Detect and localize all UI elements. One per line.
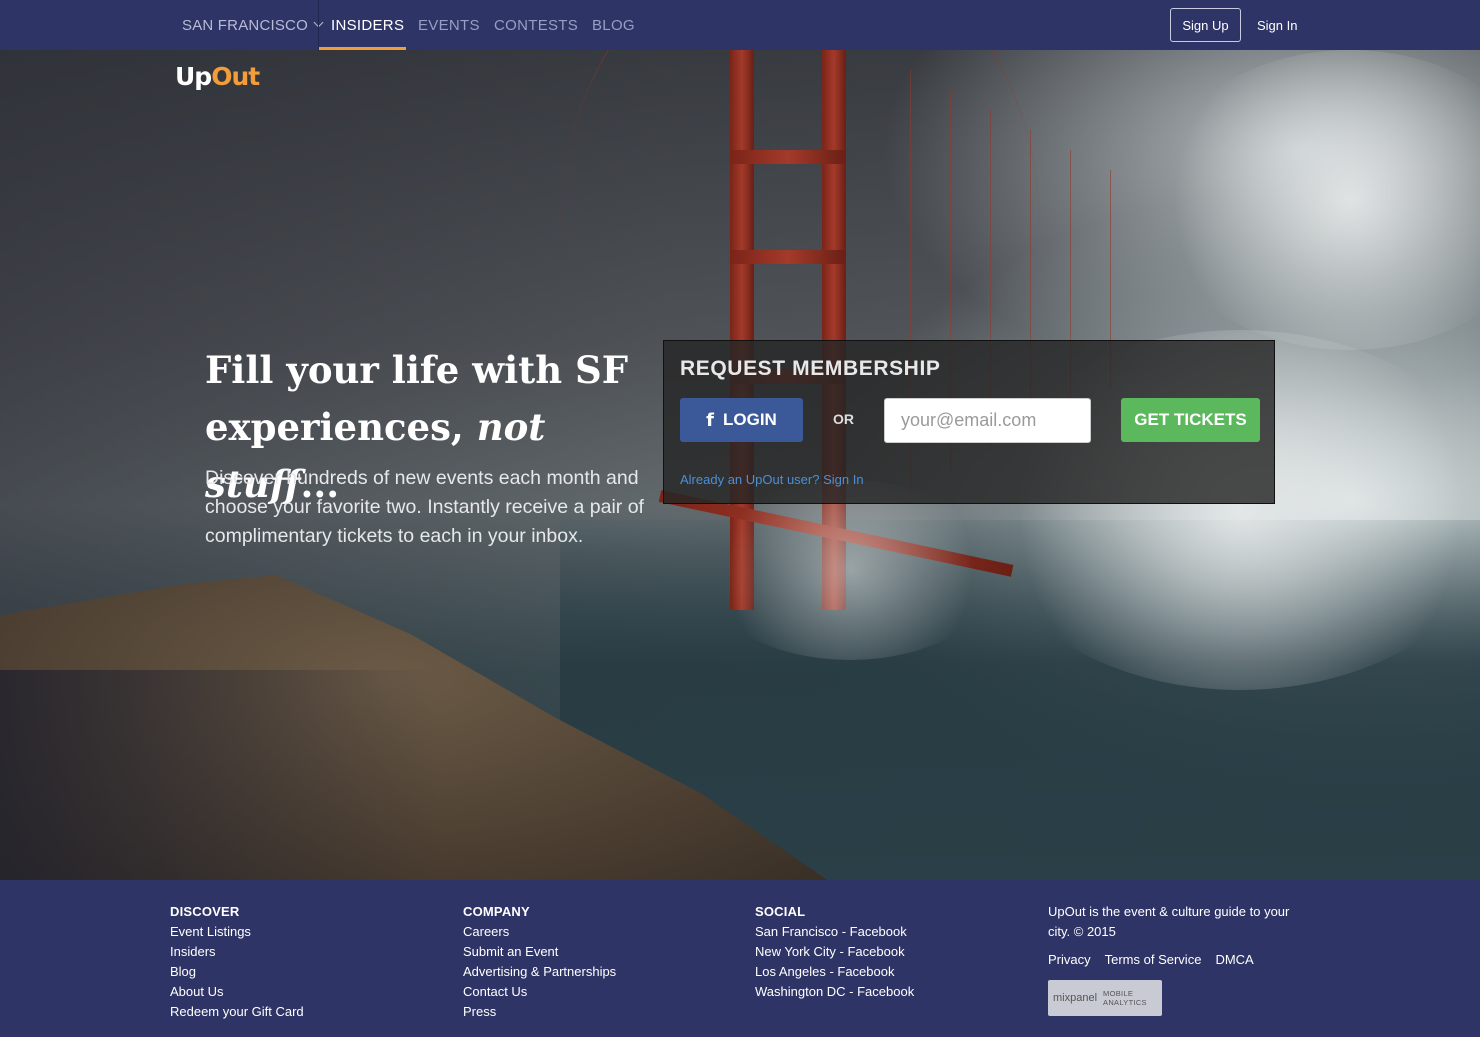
nav-link-contests[interactable]: CONTESTS <box>494 0 578 50</box>
footer-heading-social: SOCIAL <box>755 904 806 919</box>
sign-in-link[interactable]: Sign In <box>1257 8 1297 42</box>
mixpanel-badge[interactable]: mixpanel MOBILE ANALYTICS <box>1048 980 1162 1016</box>
footer-heading-company: COMPANY <box>463 904 530 919</box>
footer-link-terms[interactable]: Terms of Service <box>1105 952 1202 968</box>
footer-link-contact-us[interactable]: Contact Us <box>463 982 616 1002</box>
hero-section: UpOut Fill your life with SF experiences… <box>0 50 1480 880</box>
hero-bg-cliff-shade <box>0 670 440 880</box>
nav-link-events[interactable]: EVENTS <box>418 0 480 50</box>
sign-up-button[interactable]: Sign Up <box>1170 8 1241 42</box>
nav-link-blog[interactable]: BLOG <box>592 0 635 50</box>
footer-link-nyc-facebook[interactable]: New York City - Facebook <box>755 942 914 962</box>
upout-logo[interactable]: UpOut <box>175 62 260 91</box>
facebook-login-button[interactable]: f LOGIN <box>680 398 803 442</box>
facebook-icon: f <box>706 409 714 431</box>
membership-panel: REQUEST MEMBERSHIP f LOGIN OR GET TICKET… <box>663 340 1275 504</box>
headline-line-2: experiences, <box>205 405 464 449</box>
footer-link-advertising[interactable]: Advertising & Partnerships <box>463 962 616 982</box>
email-input[interactable] <box>884 398 1091 443</box>
mixpanel-brand: mixpanel <box>1053 992 1098 1004</box>
mixpanel-caption-line-1: MOBILE <box>1103 989 1134 998</box>
nav-divider <box>318 0 319 50</box>
footer-link-careers[interactable]: Careers <box>463 922 616 942</box>
mixpanel-caption: MOBILE ANALYTICS <box>1103 989 1147 1007</box>
mixpanel-caption-line-2: ANALYTICS <box>1103 998 1147 1007</box>
facebook-login-label: LOGIN <box>723 410 777 429</box>
footer-link-sf-facebook[interactable]: San Francisco - Facebook <box>755 922 914 942</box>
hero-bg-tower-beam <box>730 150 846 164</box>
membership-title: REQUEST MEMBERSHIP <box>680 357 941 380</box>
footer-link-la-facebook[interactable]: Los Angeles - Facebook <box>755 962 914 982</box>
footer-legal-links: Privacy Terms of Service DMCA <box>1048 952 1254 968</box>
top-navigation: SAN FRANCISCO INSIDERS EVENTS CONTESTS B… <box>0 0 1480 50</box>
get-tickets-button[interactable]: GET TICKETS <box>1121 398 1260 442</box>
footer-company-column: COMPANY Careers Submit an Event Advertis… <box>463 902 616 1022</box>
logo-part-out: Out <box>211 62 260 91</box>
footer-link-about-us[interactable]: About Us <box>170 982 304 1002</box>
footer-discover-column: DISCOVER Event Listings Insiders Blog Ab… <box>170 902 304 1022</box>
footer: DISCOVER Event Listings Insiders Blog Ab… <box>0 880 1480 1037</box>
already-user-sign-in-link[interactable]: Already an UpOut user? Sign In <box>680 472 864 487</box>
footer-about-text: UpOut is the event & culture guide to yo… <box>1048 904 1290 939</box>
footer-heading-discover: DISCOVER <box>170 904 240 919</box>
city-selector[interactable]: SAN FRANCISCO <box>182 0 324 50</box>
footer-link-blog[interactable]: Blog <box>170 962 304 982</box>
active-tab-indicator <box>319 47 406 50</box>
logo-part-up: Up <box>175 62 212 91</box>
city-label: SAN FRANCISCO <box>182 16 308 34</box>
footer-link-submit-event[interactable]: Submit an Event <box>463 942 616 962</box>
footer-social-column: SOCIAL San Francisco - Facebook New York… <box>755 902 914 1002</box>
footer-link-dc-facebook[interactable]: Washington DC - Facebook <box>755 982 914 1002</box>
footer-link-privacy[interactable]: Privacy <box>1048 952 1091 968</box>
footer-link-event-listings[interactable]: Event Listings <box>170 922 304 942</box>
footer-link-insiders[interactable]: Insiders <box>170 942 304 962</box>
nav-link-insiders[interactable]: INSIDERS <box>331 0 404 50</box>
hero-subtext: Discover hundreds of new events each mon… <box>205 467 644 547</box>
headline-line-1: Fill your life with SF <box>205 348 628 392</box>
footer-link-dmca[interactable]: DMCA <box>1215 952 1253 968</box>
footer-link-press[interactable]: Press <box>463 1002 616 1022</box>
footer-link-redeem-gift-card[interactable]: Redeem your Gift Card <box>170 1002 304 1022</box>
hero-bg-fog <box>700 480 1000 660</box>
hero-bg-tower-beam <box>730 250 846 264</box>
or-separator: OR <box>833 411 854 427</box>
